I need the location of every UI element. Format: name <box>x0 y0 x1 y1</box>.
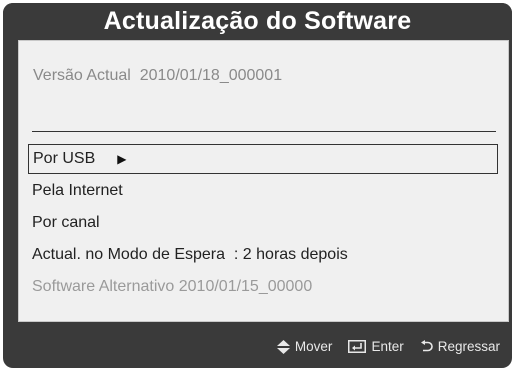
hint-move-label: Mover <box>294 339 333 354</box>
standby-update-label: Actual. no Modo de Espera <box>32 246 226 263</box>
enter-icon <box>348 340 367 353</box>
current-version-label: Versão Actual <box>33 67 131 84</box>
alternative-software-label: Software Alternativo <box>32 278 175 295</box>
menu-item-standby-update[interactable]: Actual. no Modo de Espera : 2 horas depo… <box>28 240 498 270</box>
menu-item-alternative-software: Software Alternativo 2010/01/15_00000 <box>28 272 498 302</box>
menu-item-by-usb-label: Por USB <box>33 150 96 167</box>
hint-enter: Enter <box>348 339 404 354</box>
content-panel: Versão Actual 2010/01/18_000001 Por USB … <box>18 40 509 322</box>
alternative-software-value: 2010/01/15_00000 <box>178 278 313 295</box>
title-bar: Actualização do Software <box>3 3 512 39</box>
divider <box>32 131 496 132</box>
menu-item-by-internet-label: Pela Internet <box>32 182 123 199</box>
standby-update-value: : 2 horas depois <box>233 246 348 263</box>
return-icon <box>420 340 433 353</box>
current-version: Versão Actual 2010/01/18_000001 <box>33 67 282 85</box>
menu-item-by-usb[interactable]: Por USB ▶ <box>28 144 498 174</box>
hint-return-label: Regressar <box>437 339 500 354</box>
hint-enter-label: Enter <box>371 339 404 354</box>
dialog-title: Actualização do Software <box>103 6 412 35</box>
software-update-dialog: Actualização do Software Versão Actual 2… <box>3 3 512 368</box>
menu-item-by-internet[interactable]: Pela Internet <box>28 176 498 206</box>
current-version-value: 2010/01/18_000001 <box>139 67 283 84</box>
footer-hints: Mover Enter Regressar <box>3 325 512 368</box>
menu-item-by-channel[interactable]: Por canal <box>28 208 498 238</box>
up-down-arrows-icon <box>276 339 290 354</box>
hint-move: Mover <box>276 339 333 354</box>
play-right-icon: ▶ <box>117 152 127 166</box>
menu-item-by-channel-label: Por canal <box>32 214 100 231</box>
hint-return: Regressar <box>420 339 500 354</box>
